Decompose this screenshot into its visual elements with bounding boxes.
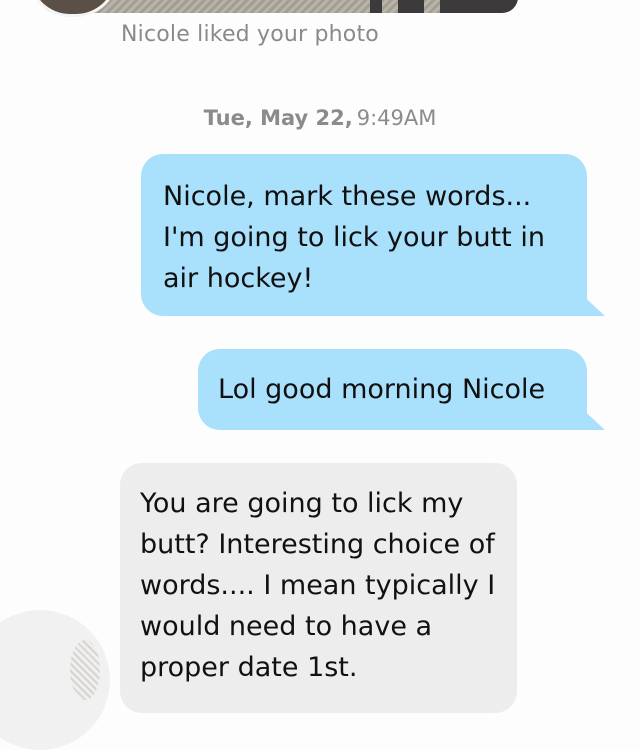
timestamp-time: 9:49AM: [356, 106, 437, 130]
like-notification: Nicole liked your photo: [121, 22, 379, 47]
timestamp-day: Tue, May 22,: [203, 106, 353, 130]
photo-detail: [370, 0, 382, 13]
outgoing-message[interactable]: Nicole, mark these words... I'm going to…: [141, 154, 587, 316]
photo-detail: [440, 0, 518, 13]
outgoing-message[interactable]: Lol good morning Nicole: [198, 349, 587, 430]
liked-photo-thumbnail[interactable]: [40, 0, 518, 13]
photo-detail: [398, 0, 424, 13]
avatar-image-detail: [70, 640, 100, 700]
sender-avatar[interactable]: [0, 610, 110, 750]
message-timestamp: Tue, May 22, 9:49AM: [0, 106, 640, 130]
incoming-message[interactable]: You are going to lick my butt? Interesti…: [120, 463, 517, 713]
